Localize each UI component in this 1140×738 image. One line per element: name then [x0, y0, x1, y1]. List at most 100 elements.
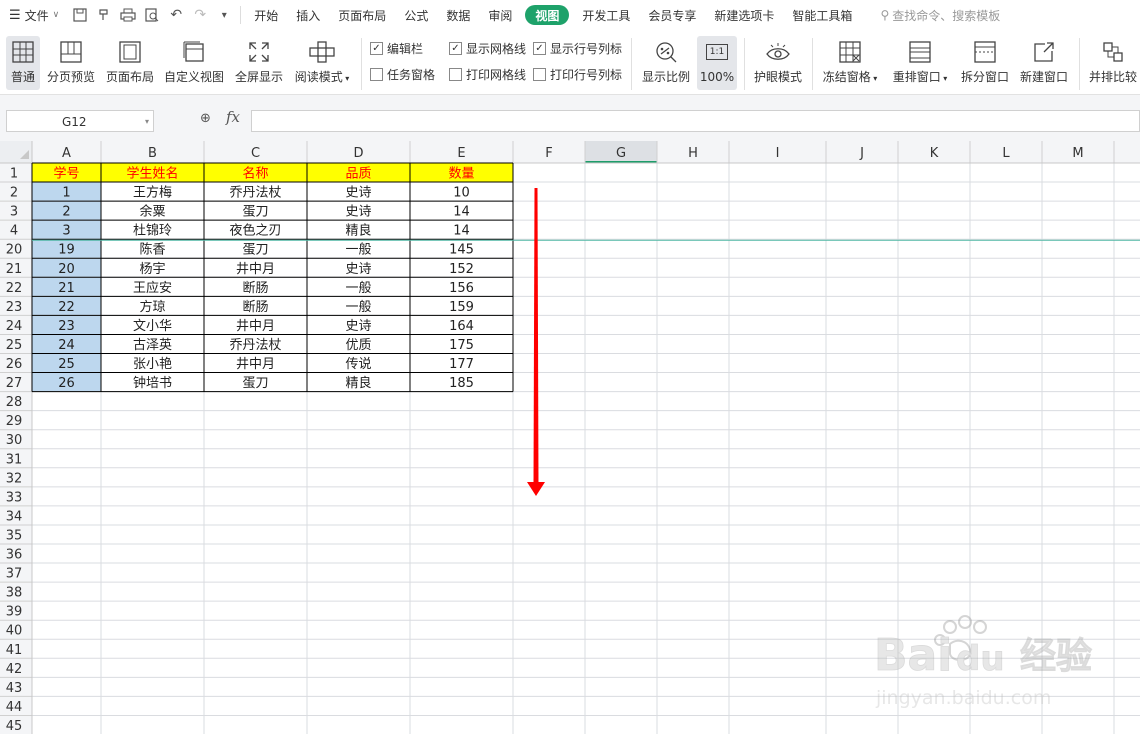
page-layout-button[interactable]: 页面布局: [104, 36, 156, 90]
search-command[interactable]: ⚲ 查找命令、搜索模板: [871, 0, 1009, 30]
row-number: 29: [6, 414, 23, 429]
table-cell: 22: [58, 300, 75, 315]
table-cell: 175: [449, 338, 474, 353]
checkbox-unchecked-icon: [370, 68, 383, 81]
tab-page-layout[interactable]: 页面布局: [329, 0, 395, 30]
row-number: 41: [6, 643, 23, 658]
custom-view-button[interactable]: 自定义视图: [163, 36, 225, 90]
watermark-brand-du: du: [956, 639, 1005, 679]
checkbox-show-gridlines[interactable]: ✓ 显示网格线: [449, 40, 526, 57]
table-cell: 蛋刀: [242, 205, 268, 220]
normal-view-button[interactable]: 普通: [6, 36, 40, 90]
tab-insert[interactable]: 插入: [287, 0, 329, 30]
ribbon-separator: [361, 38, 362, 90]
column-header-H: H: [688, 146, 698, 161]
checkbox-print-gridlines[interactable]: 打印网格线: [449, 66, 526, 83]
tab-review[interactable]: 审阅: [479, 0, 521, 30]
table-cell: 史诗: [345, 205, 371, 220]
baidu-jingyan-watermark: Bai du 经验 jingyan.baidu.com: [874, 615, 1092, 709]
split-window-icon: [974, 41, 996, 63]
zoom-button[interactable]: 显示比例: [640, 36, 692, 90]
tab-member[interactable]: 会员专享: [639, 0, 705, 30]
header-cell: 名称: [242, 166, 268, 182]
format-painter-icon[interactable]: [92, 0, 116, 30]
row-number: 32: [6, 471, 23, 486]
zoom-formula-icon[interactable]: ⊕: [200, 111, 211, 126]
table-cell: 14: [453, 205, 470, 220]
fullscreen-button[interactable]: 全屏显示: [234, 36, 284, 90]
column-header-D: D: [353, 146, 363, 161]
column-header-E: E: [457, 146, 465, 161]
tab-home[interactable]: 开始: [245, 0, 287, 30]
menu-bar: ☰ 文件 ∨ ↶ ↷ ▾ 开始 插入 页面布局 公式 数据 审阅 视图 开发工具…: [0, 0, 1140, 30]
tab-formula[interactable]: 公式: [395, 0, 437, 30]
save-icon[interactable]: [68, 0, 92, 30]
file-menu[interactable]: ☰ 文件 ∨: [0, 0, 68, 30]
checkbox-task-pane[interactable]: 任务窗格: [370, 66, 435, 83]
eye-icon: [766, 43, 790, 60]
grid-icon: [12, 41, 34, 63]
tab-developer[interactable]: 开发工具: [573, 0, 639, 30]
table-cell: 156: [449, 281, 474, 296]
side-by-side-button[interactable]: 并排比较: [1086, 36, 1140, 90]
function-icon[interactable]: fx: [226, 108, 240, 126]
table-cell: 史诗: [345, 319, 371, 334]
checkbox-show-headings[interactable]: ✓ 显示行号列标: [533, 40, 622, 57]
column-header-I: I: [776, 146, 780, 161]
table-cell: 文小华: [133, 319, 172, 334]
freeze-panes-button[interactable]: 冻结窗格 ▾: [820, 36, 880, 90]
tab-view[interactable]: 视图: [525, 5, 570, 25]
new-window-button[interactable]: 新建窗口: [1017, 36, 1071, 90]
zoom-100-button[interactable]: 1:1 100%: [697, 36, 737, 90]
column-header-bar: [0, 141, 1140, 163]
row-number: 21: [6, 262, 23, 277]
table-cell: 断肠: [242, 300, 268, 315]
customize-toolbar-icon[interactable]: ▾: [212, 0, 236, 30]
table-cell: 25: [58, 357, 75, 372]
table-cell: 古泽英: [133, 338, 172, 353]
eye-protection-button[interactable]: 护眼模式: [752, 36, 804, 90]
tab-data[interactable]: 数据: [437, 0, 479, 30]
ribbon-separator: [812, 38, 813, 90]
reading-mode-button[interactable]: 阅读模式 ▾: [292, 36, 352, 90]
row-number: 30: [6, 433, 23, 448]
chevron-down-icon[interactable]: ▾: [145, 111, 149, 133]
table-cell: 史诗: [345, 186, 371, 201]
table-cell: 185: [449, 376, 474, 391]
row-number: 40: [6, 624, 23, 639]
table-cell: 一般: [345, 299, 371, 315]
table-cell: 井中月: [236, 262, 275, 277]
row-number: 31: [6, 452, 23, 467]
table-cell: 23: [58, 319, 75, 334]
table-cell: 王应安: [133, 280, 172, 296]
row-number: 26: [6, 357, 23, 372]
print-preview-icon[interactable]: [140, 0, 164, 30]
checkbox-formula-bar[interactable]: ✓ 编辑栏: [370, 40, 423, 57]
one-to-one-icon: 1:1: [705, 44, 729, 60]
table-cell: 177: [449, 357, 474, 372]
checkbox-print-headings[interactable]: 打印行号列标: [533, 66, 622, 83]
table-cell: 14: [453, 224, 470, 239]
table-cell: 张小艳: [133, 356, 172, 372]
split-window-button[interactable]: 拆分窗口: [958, 36, 1012, 90]
tab-new[interactable]: 新建选项卡: [705, 0, 783, 30]
column-header-L: L: [1002, 146, 1010, 161]
header-cell: 学号: [53, 166, 79, 182]
header-cell: 学生姓名: [126, 166, 178, 182]
row-number: 39: [6, 605, 23, 620]
formula-input[interactable]: [251, 110, 1140, 132]
zoom-icon: [656, 42, 677, 63]
name-box[interactable]: G12 ▾: [6, 110, 154, 132]
tab-smart-tools[interactable]: 智能工具箱: [783, 0, 861, 30]
arrange-windows-button[interactable]: 重排窗口 ▾: [890, 36, 950, 90]
checkbox-unchecked-icon: [533, 68, 546, 81]
row-number: 27: [6, 376, 23, 391]
table-cell: 井中月: [236, 319, 275, 334]
search-icon: ⚲: [880, 8, 890, 22]
undo-icon[interactable]: ↶: [164, 0, 188, 30]
print-icon[interactable]: [116, 0, 140, 30]
checkbox-checked-icon: ✓: [370, 42, 383, 55]
page-break-preview-button[interactable]: 分页预览: [45, 36, 97, 90]
table-cell: 精良: [345, 223, 371, 239]
redo-icon[interactable]: ↷: [188, 0, 212, 30]
